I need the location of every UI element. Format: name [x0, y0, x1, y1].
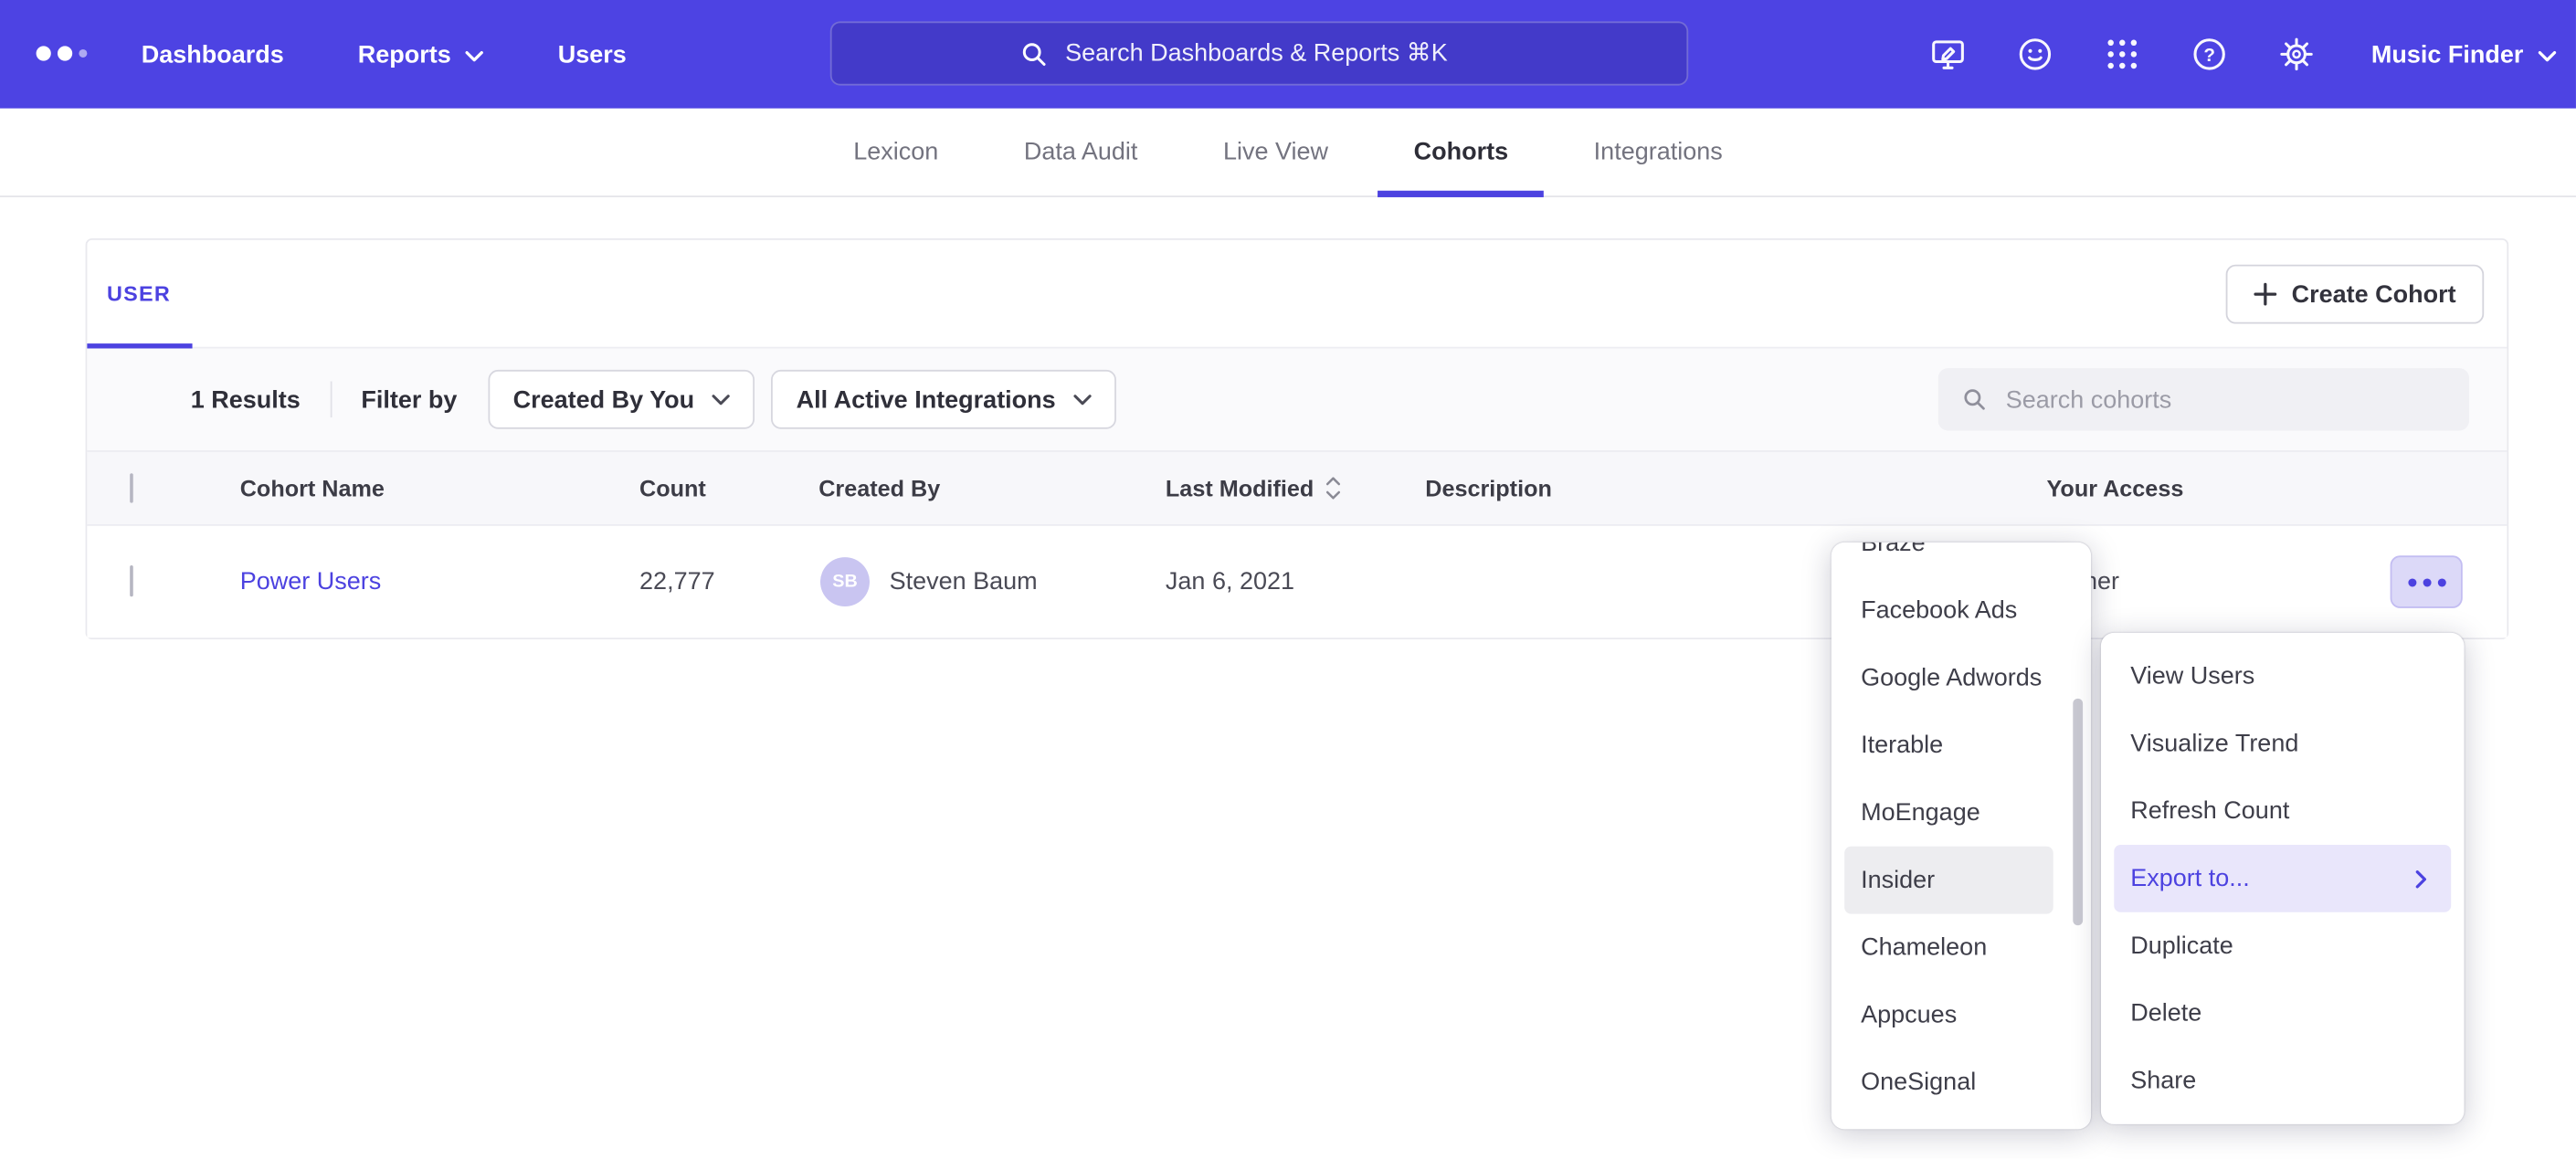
settings-gear-icon[interactable] — [2277, 35, 2317, 74]
menu-item-google-adwords[interactable]: Google Adwords — [1832, 644, 2091, 711]
tab-data-audit[interactable]: Data Audit — [1024, 109, 1138, 195]
brand-logo-icon[interactable] — [37, 46, 88, 60]
last-modified-value: Jan 6, 2021 — [1166, 568, 1294, 596]
menu-item-export-to-label: Export to... — [2130, 865, 2250, 893]
divider — [330, 382, 332, 418]
create-cohort-label: Create Cohort — [2292, 280, 2456, 309]
menu-item-facebook-ads[interactable]: Facebook Ads — [1832, 577, 2091, 645]
menu-item-visualize-trend[interactable]: Visualize Trend — [2101, 710, 2465, 777]
header-your-access: Your Access — [2047, 475, 2184, 501]
menu-item-export-to[interactable]: Export to... — [2114, 845, 2451, 912]
header-last-modified[interactable]: Last Modified — [1166, 475, 1342, 501]
row-actions-menu: View Users Visualize Trend Refresh Count… — [2101, 633, 2465, 1124]
integrations-filter-dropdown[interactable]: All Active Integrations — [772, 370, 1117, 429]
nav-item-reports[interactable]: Reports — [358, 40, 484, 68]
sort-icon — [1325, 475, 1342, 501]
menu-item-duplicate[interactable]: Duplicate — [2101, 912, 2465, 980]
menu-item-iterable[interactable]: Iterable — [1832, 711, 2091, 779]
primary-nav: Dashboards Reports Users — [142, 0, 627, 109]
creator-avatar: SB — [820, 557, 870, 606]
submenu-arrow-icon — [2415, 869, 2428, 889]
menu-item-insider[interactable]: Insider — [1844, 847, 2053, 914]
tab-integrations[interactable]: Integrations — [1594, 109, 1723, 195]
global-search — [830, 21, 1688, 85]
menu-item-share[interactable]: Share — [2101, 1047, 2465, 1114]
menu-item-appcues[interactable]: Appcues — [1832, 981, 2091, 1048]
project-switcher[interactable]: Music Finder — [2371, 40, 2556, 68]
tab-lexicon[interactable]: Lexicon — [853, 109, 938, 195]
row-checkbox[interactable] — [130, 565, 133, 596]
menu-item-onesignal[interactable]: OneSignal — [1832, 1048, 2091, 1116]
menu-item-braze[interactable]: Braze — [1832, 543, 2091, 577]
created-by-filter-value: Created By You — [513, 385, 695, 414]
topnav-right: ? Music Finder — [1929, 0, 2557, 109]
menu-item-delete[interactable]: Delete — [2101, 980, 2465, 1048]
chevron-down-icon — [466, 40, 484, 68]
menu-item-view-users[interactable]: View Users — [2101, 643, 2465, 711]
svg-text:?: ? — [2204, 45, 2216, 66]
section-tabs: Lexicon Data Audit Live View Cohorts Int… — [0, 109, 2576, 197]
project-name: Music Finder — [2371, 40, 2523, 68]
header-count: Count — [639, 475, 706, 501]
tab-live-view[interactable]: Live View — [1223, 109, 1328, 195]
integrations-filter-value: All Active Integrations — [797, 385, 1056, 414]
search-icon — [1018, 37, 1050, 69]
cohorts-card: USER Create Cohort 1 Results Filter by C… — [86, 238, 2509, 639]
menu-item-moengage[interactable]: MoEngage — [1832, 779, 2091, 847]
nav-item-reports-label: Reports — [358, 40, 451, 68]
filter-by-label: Filter by — [361, 385, 457, 414]
tab-cohorts[interactable]: Cohorts — [1414, 109, 1508, 195]
dot-icon — [2437, 578, 2445, 586]
cohorts-page: Dashboards Reports Users — [0, 0, 2576, 1159]
table-header-row: Cohort Name Count Created By Last Modifi… — [87, 450, 2507, 526]
cohort-search-input[interactable] — [2006, 385, 2448, 414]
tab-user-cohorts[interactable]: USER — [87, 240, 192, 347]
top-navbar: Dashboards Reports Users — [0, 0, 2576, 109]
menu-item-chameleon[interactable]: Chameleon — [1832, 914, 2091, 982]
nav-item-users[interactable]: Users — [558, 40, 627, 68]
creator-name: Steven Baum — [890, 568, 1038, 596]
chevron-down-icon — [1073, 394, 1092, 406]
cohort-name-link[interactable]: Power Users — [240, 568, 382, 596]
feedback-smiley-icon[interactable] — [2016, 35, 2055, 74]
menu-scrollbar[interactable] — [2073, 699, 2083, 925]
header-last-modified-label: Last Modified — [1166, 475, 1314, 501]
dot-icon — [2423, 578, 2431, 586]
cohort-count: 22,777 — [639, 568, 715, 596]
table-row: Power Users 22,777 SB Steven Baum Jan 6,… — [87, 526, 2507, 637]
apps-grid-icon[interactable] — [2104, 35, 2143, 74]
cohorts-card-header: USER Create Cohort — [87, 240, 2507, 349]
row-more-actions-button[interactable] — [2391, 555, 2463, 608]
chevron-down-icon — [713, 394, 731, 406]
export-destinations-menu: Braze Facebook Ads Google Adwords Iterab… — [1832, 543, 2091, 1129]
header-created-by: Created By — [818, 475, 940, 501]
cohort-search — [1938, 368, 2469, 430]
created-by-filter-dropdown[interactable]: Created By You — [489, 370, 755, 429]
results-count: 1 Results — [191, 385, 301, 414]
header-cohort-name: Cohort Name — [240, 475, 385, 501]
menu-item-refresh-count[interactable]: Refresh Count — [2101, 777, 2465, 845]
filter-bar: 1 Results Filter by Created By You All A… — [87, 349, 2507, 451]
global-search-input[interactable] — [1065, 39, 1501, 68]
create-cohort-button[interactable]: Create Cohort — [2226, 265, 2485, 324]
dot-icon — [2408, 578, 2416, 586]
search-icon — [1959, 383, 1990, 416]
plus-icon — [2254, 283, 2276, 306]
header-description: Description — [1425, 475, 1552, 501]
help-icon[interactable]: ? — [2191, 35, 2230, 74]
monitor-edit-icon[interactable] — [1929, 35, 1969, 74]
nav-item-dashboards[interactable]: Dashboards — [142, 40, 284, 68]
select-all-checkbox[interactable] — [130, 473, 133, 502]
chevron-down-icon — [2539, 40, 2557, 68]
